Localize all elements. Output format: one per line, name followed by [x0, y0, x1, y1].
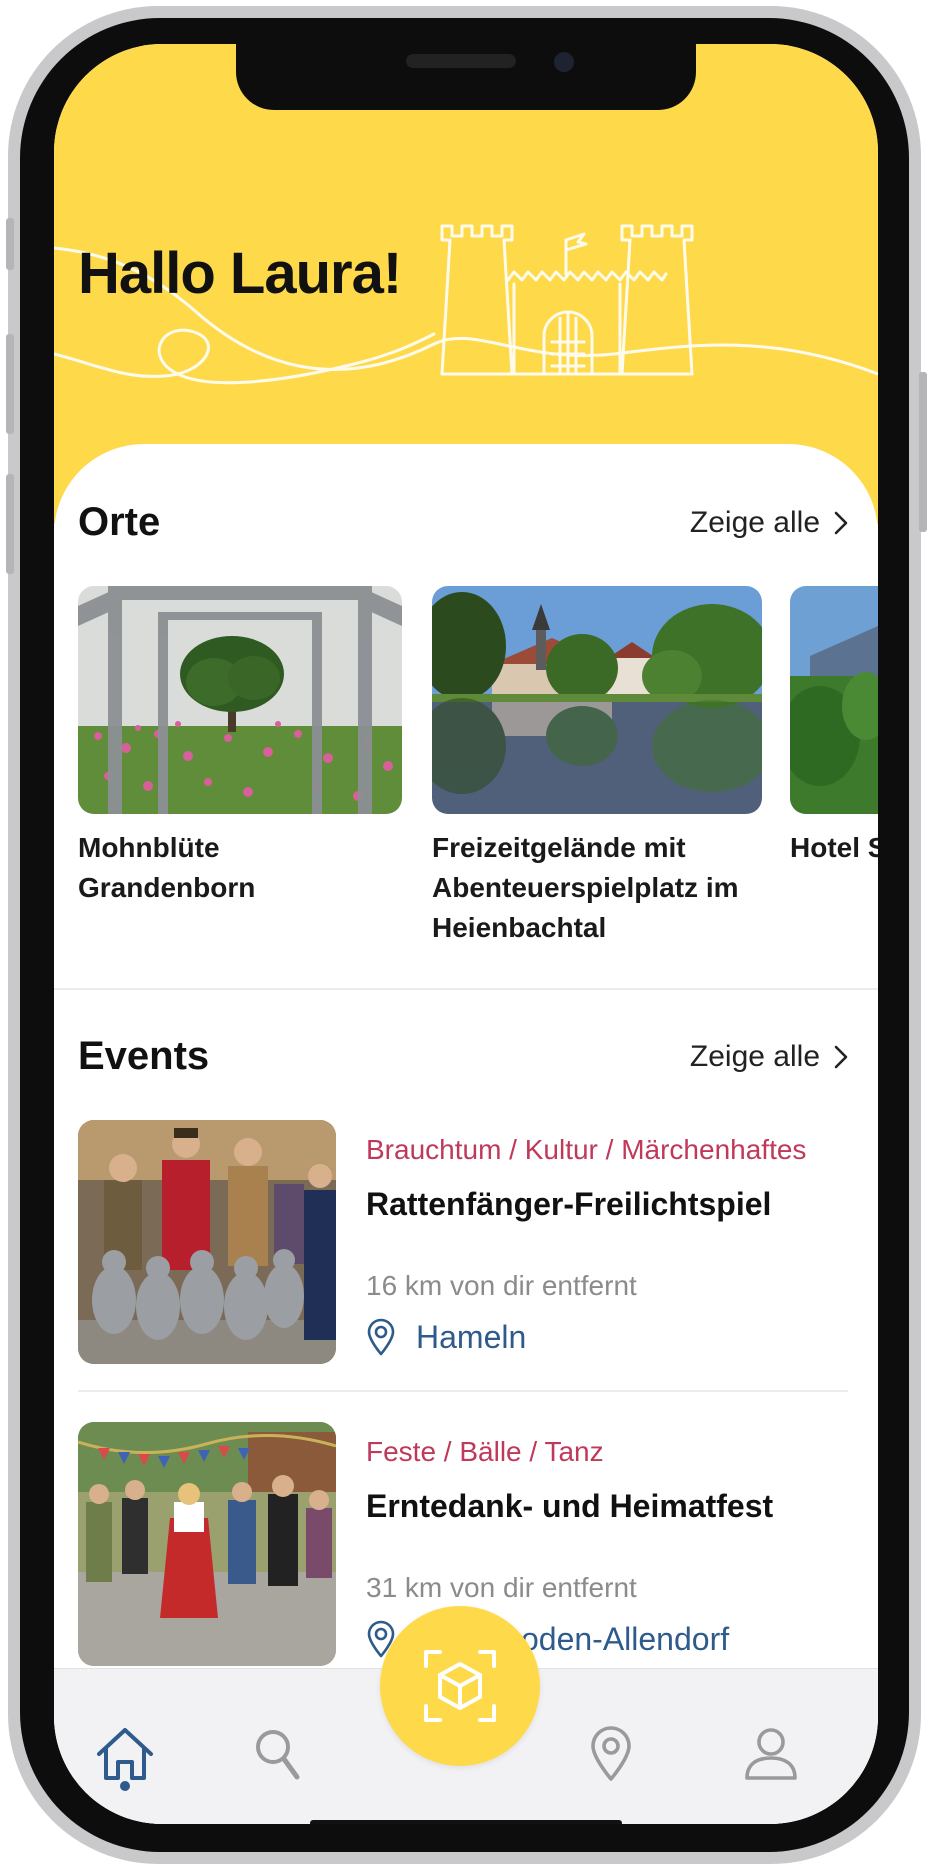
- place-image-poppy-field: [78, 586, 402, 814]
- ar-scan-button[interactable]: [380, 1606, 540, 1766]
- volume-down-button: [6, 474, 14, 574]
- event-title: Rattenfänger-Freilichtspiel: [366, 1186, 772, 1222]
- event-image-harvest-festival: [78, 1422, 336, 1666]
- chevron-right-icon: [834, 1045, 848, 1069]
- event-distance: 16 km von dir entfernt: [366, 1270, 637, 1301]
- volume-up-button: [6, 334, 14, 434]
- mute-switch: [6, 218, 14, 270]
- power-button: [919, 372, 927, 532]
- place-name-line: Abenteuerspielplatz im: [432, 872, 739, 903]
- notch: [236, 44, 696, 110]
- section-divider: [54, 988, 878, 990]
- place-name: Freizeitgelände mit Abenteuerspielplatz …: [432, 828, 762, 948]
- place-name-line: Hotel S: [790, 832, 878, 863]
- app-screen: Hallo Laura! Orte Zeige alle Mohnblüte G…: [54, 44, 878, 1824]
- places-see-all-link[interactable]: Zeige alle: [690, 506, 848, 540]
- place-image-hotel: [790, 586, 878, 814]
- event-list-item[interactable]: Brauchtum / Kultur / Märchenhaftes Ratte…: [78, 1120, 848, 1370]
- location-pin-icon: [367, 1318, 395, 1356]
- place-name: Hotel S: [790, 828, 878, 868]
- event-divider: [78, 1390, 848, 1392]
- event-category: Brauchtum / Kultur / Märchenhaftes: [366, 1134, 807, 1165]
- map-pin-icon: [591, 1726, 631, 1781]
- tab-map[interactable]: [576, 1719, 646, 1789]
- place-card[interactable]: Freizeitgelände mit Abenteuerspielplatz …: [432, 586, 762, 948]
- place-name-line: Mohnblüte: [78, 832, 220, 863]
- profile-icon: [745, 1728, 797, 1780]
- greeting-title: Hallo Laura!: [78, 241, 402, 306]
- place-name-line: Grandenborn: [78, 872, 256, 903]
- tab-search[interactable]: [242, 1719, 312, 1789]
- chevron-right-icon: [834, 511, 848, 535]
- places-see-all-label: Zeige alle: [689, 506, 820, 539]
- tab-profile[interactable]: [736, 1719, 806, 1789]
- place-card[interactable]: Mohnblüte Grandenborn: [78, 586, 402, 908]
- places-section-title: Orte: [78, 500, 161, 544]
- event-distance: 31 km von dir entfernt: [366, 1572, 637, 1603]
- active-tab-indicator: [120, 1781, 130, 1791]
- event-category: Feste / Bälle / Tanz: [366, 1436, 604, 1467]
- place-name: Mohnblüte Grandenborn: [78, 828, 402, 908]
- place-image-lake-village: [432, 586, 762, 814]
- place-card[interactable]: Hotel S: [790, 586, 878, 868]
- search-icon: [256, 1730, 300, 1780]
- events-section-title: Events: [78, 1034, 210, 1078]
- events-see-all-label: Zeige alle: [689, 1040, 820, 1073]
- place-name-line: Heienbachtal: [432, 912, 607, 943]
- events-see-all-link[interactable]: Zeige alle: [690, 1040, 848, 1074]
- tab-home[interactable]: [90, 1719, 160, 1789]
- front-camera: [554, 52, 574, 72]
- event-location: Hameln: [366, 1318, 526, 1356]
- event-location-label: Hameln: [416, 1318, 527, 1355]
- event-image-pied-piper-play: [78, 1120, 336, 1364]
- home-indicator: [310, 1820, 622, 1824]
- ar-scan-icon: [424, 1650, 496, 1722]
- home-icon: [97, 1728, 153, 1780]
- earpiece-speaker: [406, 54, 516, 68]
- place-name-line: Freizeitgelände mit: [432, 832, 686, 863]
- event-title: Erntedank- und Heimatfest: [366, 1488, 774, 1524]
